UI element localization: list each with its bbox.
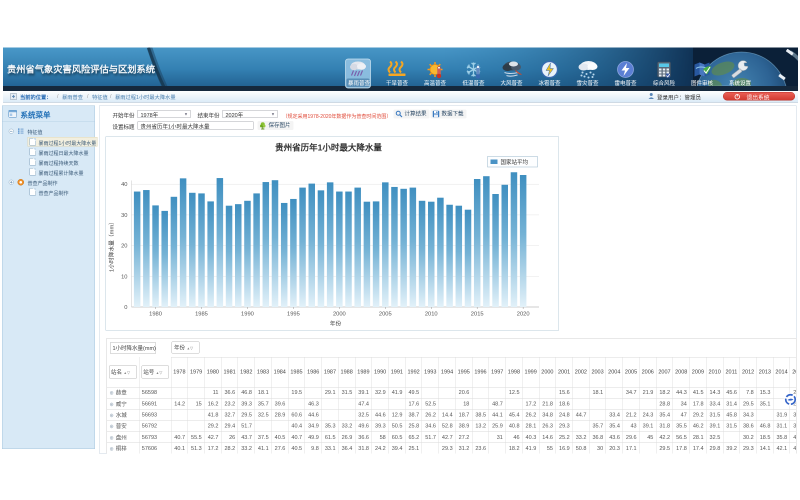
svg-text:1980: 1980 [149,312,162,318]
svg-text:10: 10 [121,274,127,280]
svg-text:暴雨普查: 暴雨普查 [348,79,371,87]
svg-text:年份: 年份 [330,320,342,328]
svg-text:冰雹普查: 冰雹普查 [538,79,561,87]
svg-text:低温普查: 低温普查 [462,79,485,87]
svg-text:雪灾普查: 雪灾普查 [576,79,599,87]
svg-text:贵州省气象灾害风险评估与区划系统: 贵州省气象灾害风险评估与区划系统 [7,64,156,75]
svg-text:0: 0 [124,305,127,311]
svg-text:2005: 2005 [379,312,392,318]
svg-text:雷电普查: 雷电普查 [614,79,637,87]
svg-text:干旱普查: 干旱普查 [386,79,409,87]
svg-text:系统设置: 系统设置 [729,79,752,87]
svg-text:2015: 2015 [471,312,484,318]
svg-text:2000: 2000 [333,312,346,318]
svg-text:国家站平均: 国家站平均 [501,158,529,166]
svg-text:贵州省历年1小时最大降水量: 贵州省历年1小时最大降水量 [275,143,382,153]
svg-text:2020: 2020 [517,312,530,318]
svg-text:1995: 1995 [287,312,300,318]
svg-text:2010: 2010 [425,312,438,318]
svg-text:综合风险: 综合风险 [653,79,676,87]
svg-text:图件审核: 图件审核 [691,79,714,87]
svg-text:40: 40 [121,182,127,188]
svg-text:高温普查: 高温普查 [424,79,447,87]
svg-text:1985: 1985 [195,312,208,318]
svg-text:30: 30 [121,213,127,219]
svg-text:大风普查: 大风普查 [500,79,523,87]
svg-text:1990: 1990 [241,312,254,318]
svg-text:20: 20 [121,244,127,250]
